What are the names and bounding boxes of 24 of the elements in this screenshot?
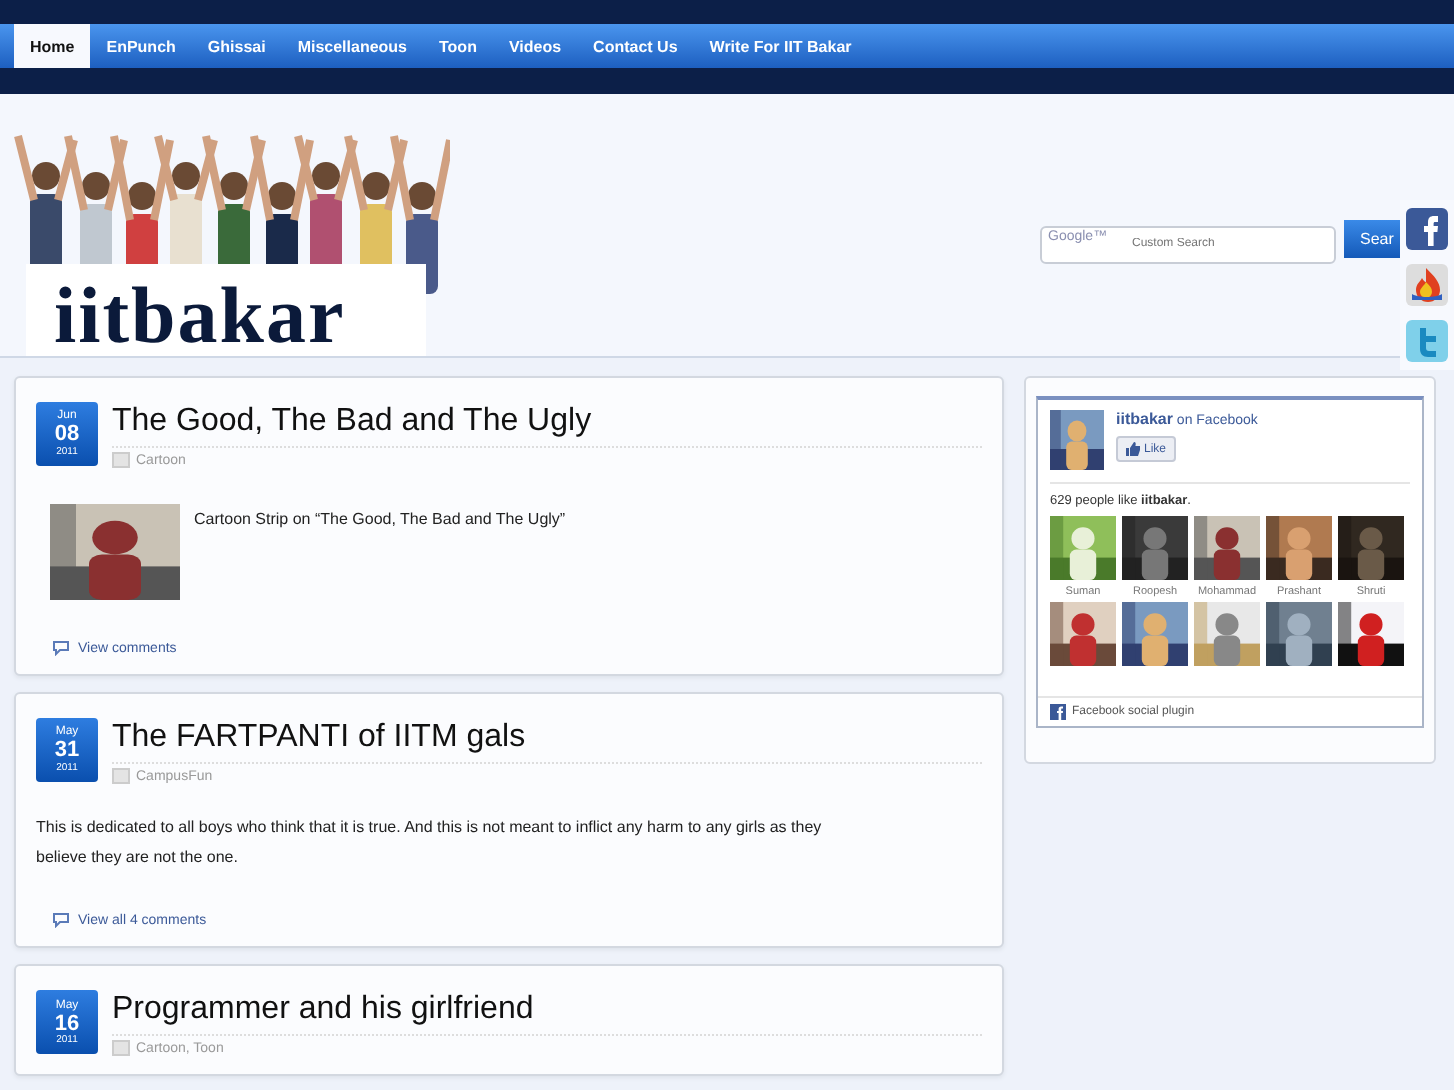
search-button[interactable]: Sear [1344,220,1400,258]
nav-tab[interactable]: Ghissai [191,24,282,68]
folder-icon [112,452,130,468]
bird-icon[interactable] [1406,320,1448,362]
speech-bubble-icon [52,640,70,656]
nav-tab[interactable]: Home [14,24,91,68]
folder-icon [112,768,130,784]
facebook-icon [1050,704,1066,720]
facebook-icon[interactable] [1406,208,1448,250]
thumbs-up-icon [1126,442,1140,456]
post-title[interactable]: Programmer and his girlfriend [112,992,982,1037]
post-excerpt: Cartoon Strip on “The Good, The Bad and The Ugly” [194,508,566,532]
nav-tab[interactable]: Contact Us [577,24,694,68]
speech-bubble-icon [52,912,70,929]
nav-tab[interactable]: EnPunch [90,24,192,68]
post-excerpt: This is dedicated to all boys who think that it is true. And this is not meant to inflict any harm to any girls as they believe they are not the one. [36,816,824,871]
nav-tab[interactable]: Write For IIT Bakar [693,24,868,68]
flame-icon[interactable] [1406,264,1448,306]
nav-tab[interactable]: Videos [492,24,578,68]
nav-tab[interactable]: Toon [423,24,493,68]
post-title[interactable]: The FARTPANTI of IITM gals [112,720,982,764]
folder-icon [112,1040,130,1057]
post-title[interactable]: The Good, The Bad and The Ugly [112,404,982,448]
nav-tab[interactable]: Miscellaneous [281,24,423,68]
